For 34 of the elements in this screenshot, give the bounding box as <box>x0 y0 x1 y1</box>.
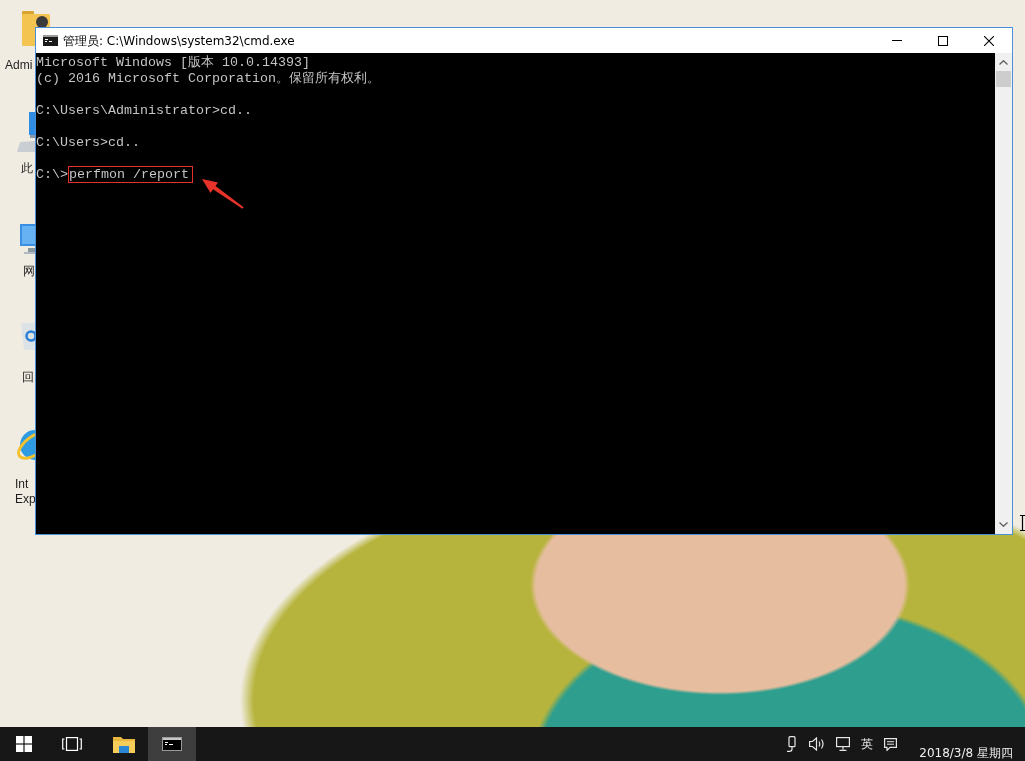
minimize-icon <box>892 40 902 41</box>
desktop-icon-label[interactable]: Admi <box>5 58 33 73</box>
folder-icon <box>113 735 135 753</box>
desktop-icon-label[interactable]: 此 <box>21 161 33 176</box>
terminal-icon <box>162 737 182 751</box>
monitor-icon[interactable] <box>836 737 851 751</box>
console-output-line: (c) 2016 Microsoft Corporation。保留所有权利。 <box>36 71 380 86</box>
annotation-arrow <box>202 179 244 209</box>
console-command-line: C:\Users>cd.. <box>36 135 140 150</box>
console-command-line: C:\Users\Administrator>cd.. <box>36 103 252 118</box>
four-panes-icon <box>16 736 32 752</box>
message-icon[interactable] <box>884 737 898 751</box>
console-output-line: Microsoft Windows [版本 10.0.14393] <box>36 55 310 70</box>
clock-date[interactable]: 2018/3/8 星期四 <box>919 747 1013 761</box>
scrollbar[interactable] <box>995 53 1012 534</box>
close-icon <box>984 35 994 46</box>
window-title: 管理员: C:\Windows\system32\cmd.exe <box>63 32 295 49</box>
input-language-indicator[interactable]: 英 <box>861 737 874 751</box>
desktop-icon-label[interactable]: Int Exp <box>15 477 36 507</box>
desktop-icon-label[interactable]: 回 <box>22 370 34 385</box>
usb-drive-icon[interactable] <box>786 736 799 752</box>
computer-icon[interactable] <box>17 112 35 152</box>
maximize-icon <box>938 35 948 46</box>
terminal-icon <box>43 35 58 46</box>
scroll-up-icon[interactable] <box>999 60 1008 65</box>
speaker-icon[interactable] <box>809 737 826 751</box>
scroll-thumb[interactable] <box>996 71 1011 87</box>
console-prompt: C:\> <box>36 167 68 182</box>
highlighted-command: perfmon /report <box>68 166 193 183</box>
scroll-down-icon[interactable] <box>999 522 1008 527</box>
window-frames-icon <box>62 737 82 751</box>
text-cursor-icon <box>1020 515 1025 531</box>
console-button[interactable] <box>148 727 196 761</box>
desktop-icon-label[interactable]: 网 <box>23 264 35 279</box>
